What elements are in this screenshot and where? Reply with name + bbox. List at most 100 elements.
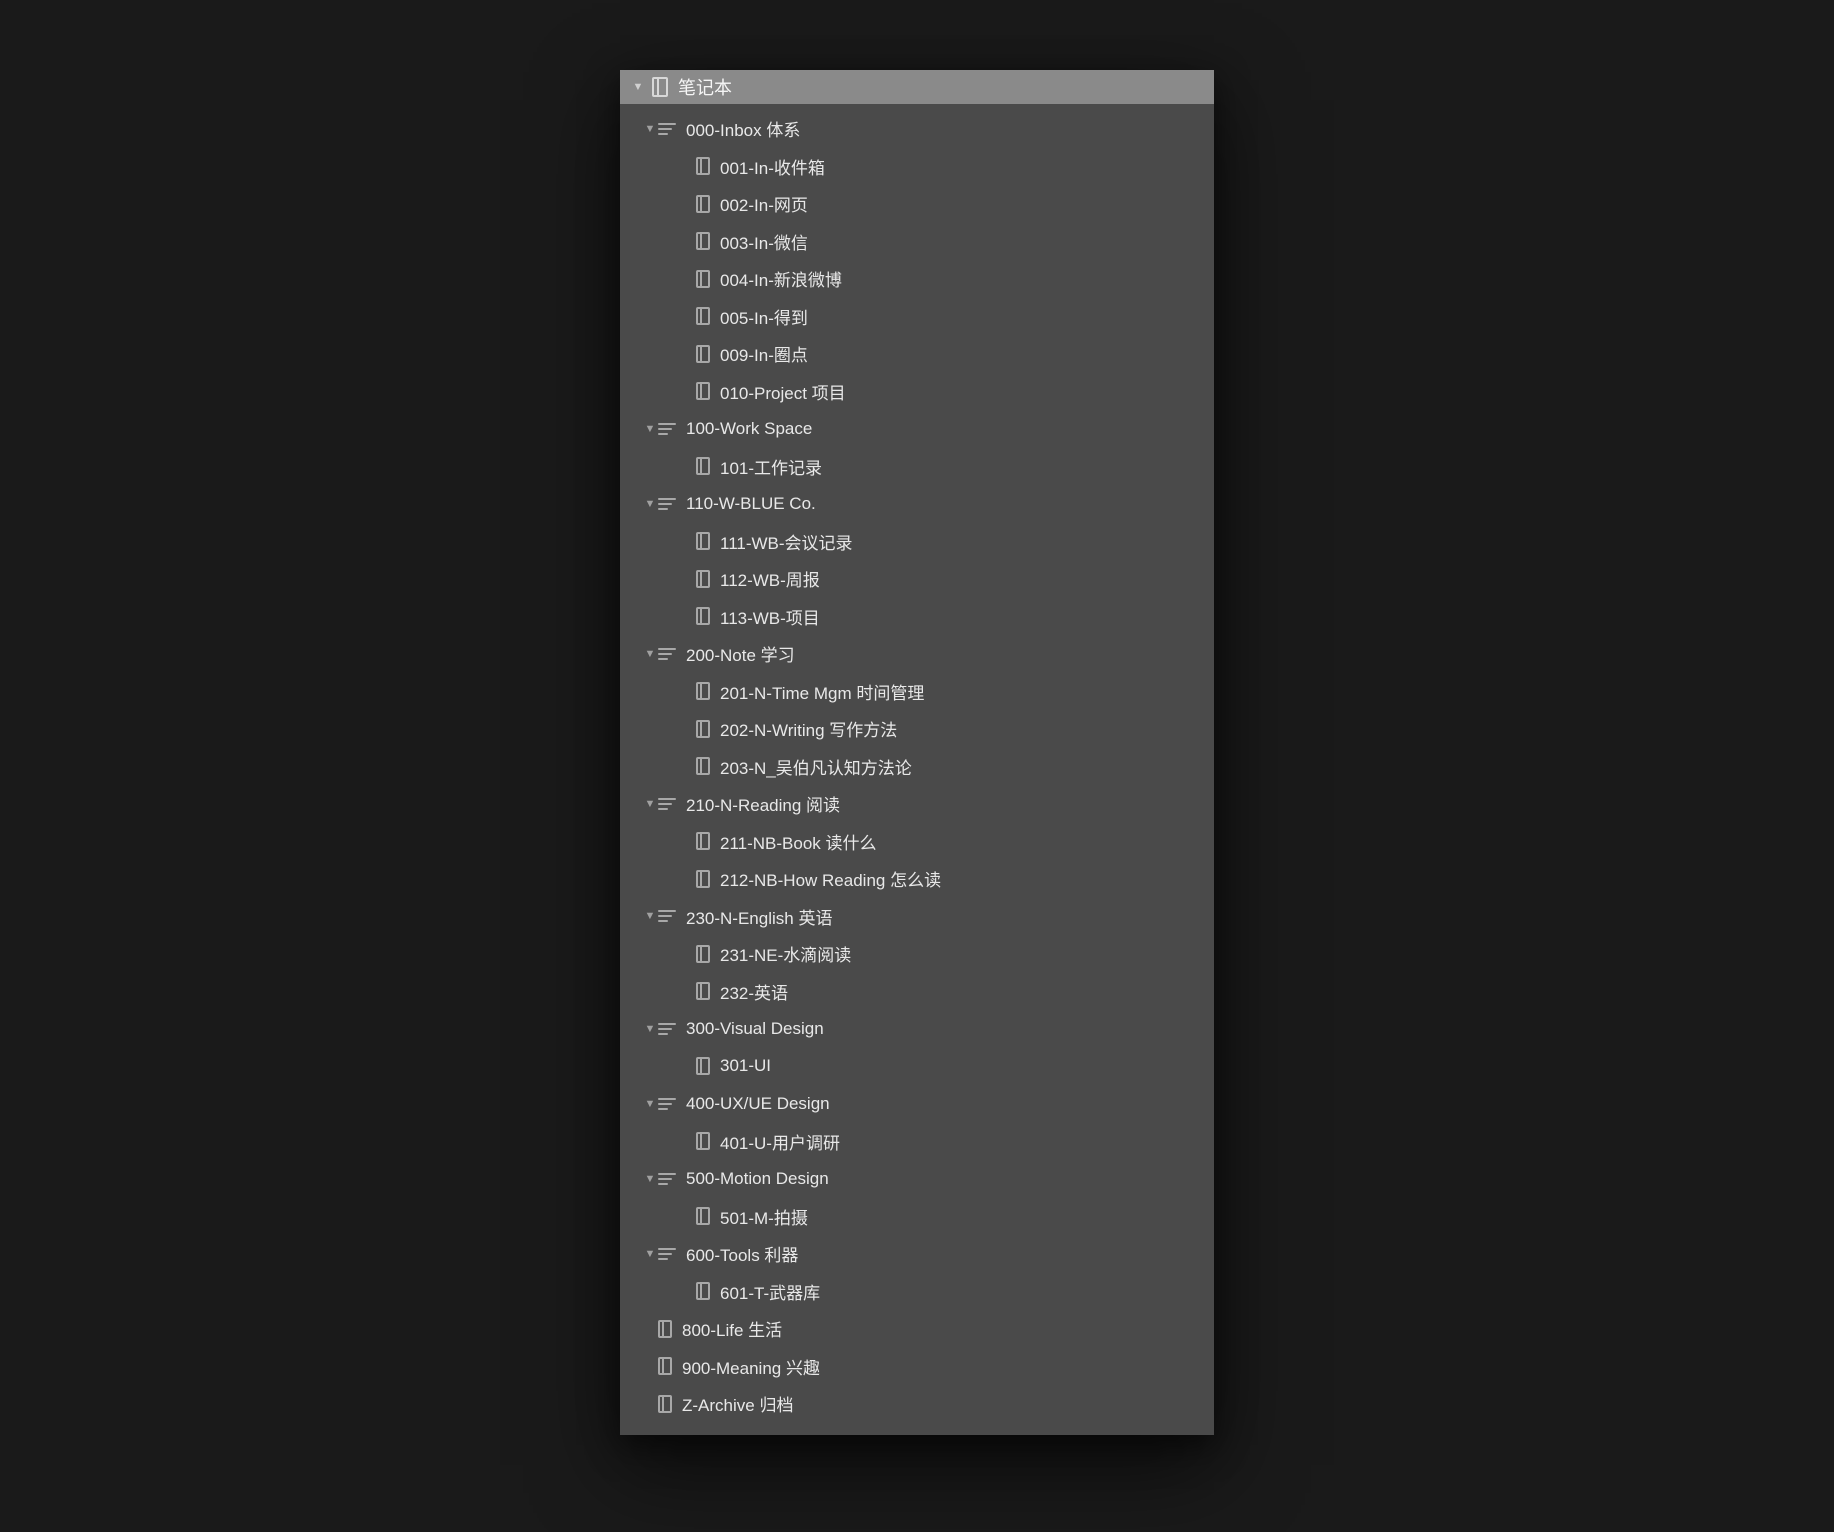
tree-item-label: 601-T-武器库: [720, 1279, 820, 1304]
notebook-icon: [652, 77, 668, 97]
notebook-icon: [696, 982, 710, 1000]
tree-item-label: 401-U-用户调研: [720, 1129, 840, 1154]
notebook-icon: [696, 195, 710, 213]
stack-icon: [658, 648, 676, 660]
tree-item-label: 113-WB-项目: [720, 604, 820, 629]
notebooks-header-title: 笔记本: [678, 74, 732, 100]
notebook-icon: [696, 870, 710, 888]
notebook-stack[interactable]: ▼400-UX/UE Design: [620, 1085, 1214, 1123]
tree-item-label: 110-W-BLUE Co.: [686, 494, 816, 514]
tree-item-label: 001-In-收件箱: [720, 154, 825, 179]
chevron-down-icon: ▼: [642, 1173, 658, 1185]
notebook-item[interactable]: 203-N_吴伯凡认知方法论: [620, 748, 1214, 786]
notebook-item[interactable]: 202-N-Writing 写作方法: [620, 710, 1214, 748]
notebook-item[interactable]: 111-WB-会议记录: [620, 523, 1214, 561]
notebook-item[interactable]: 112-WB-周报: [620, 560, 1214, 598]
notebook-stack[interactable]: ▼ 230-N-English 英语: [620, 898, 1214, 936]
notebook-icon: [696, 570, 710, 588]
tree-item-label: 004-In-新浪微博: [720, 266, 842, 291]
notebook-item[interactable]: 232-英语: [620, 973, 1214, 1011]
notebook-icon: [696, 720, 710, 738]
chevron-down-icon: ▼: [642, 1248, 658, 1260]
notebook-item[interactable]: 301-UI: [620, 1048, 1214, 1086]
notebook-icon: [696, 1207, 710, 1225]
tree-item-label: 203-N_吴伯凡认知方法论: [720, 754, 912, 779]
tree-item-label: 501-M-拍摄: [720, 1204, 808, 1229]
notebook-stack[interactable]: ▼ 600-Tools 利器: [620, 1235, 1214, 1273]
tree-item-label: 005-In-得到: [720, 304, 808, 329]
chevron-down-icon: ▼: [642, 1098, 658, 1110]
notebook-icon: [696, 532, 710, 550]
tree-item-label: 301-UI: [720, 1056, 771, 1076]
tree-item-label: 212-NB-How Reading 怎么读: [720, 866, 941, 891]
notebook-item[interactable]: 212-NB-How Reading 怎么读: [620, 860, 1214, 898]
notebook-icon: [696, 307, 710, 325]
notebook-item[interactable]: 211-NB-Book 读什么: [620, 823, 1214, 861]
notebook-item[interactable]: 001-In-收件箱: [620, 148, 1214, 186]
notebook-stack[interactable]: ▼ 100-Work Space: [620, 410, 1214, 448]
notebook-stack[interactable]: ▼200-Note 学习: [620, 635, 1214, 673]
tree-item-label: 009-In-圈点: [720, 341, 808, 366]
notebook-icon: [696, 1282, 710, 1300]
notebook-icon: [696, 682, 710, 700]
notebook-icon: [658, 1320, 672, 1338]
notebook-item[interactable]: 003-In-微信: [620, 223, 1214, 261]
notebook-item[interactable]: 113-WB-项目: [620, 598, 1214, 636]
notebook-icon: [696, 157, 710, 175]
tree-item-label: 211-NB-Book 读什么: [720, 829, 877, 854]
chevron-down-icon: ▼: [642, 123, 658, 135]
tree-item-label: 231-NE-水滴阅读: [720, 941, 851, 966]
notebooks-header[interactable]: ▼ 笔记本: [620, 70, 1214, 104]
notebook-item[interactable]: 601-T-武器库: [620, 1273, 1214, 1311]
notebook-item[interactable]: 002-In-网页: [620, 185, 1214, 223]
notebook-item[interactable]: 900-Meaning 兴趣: [620, 1348, 1214, 1386]
chevron-down-icon: ▼: [642, 423, 658, 435]
notebook-item[interactable]: 004-In-新浪微博: [620, 260, 1214, 298]
stack-icon: [658, 798, 676, 810]
notebook-item[interactable]: 501-M-拍摄: [620, 1198, 1214, 1236]
stack-icon: [658, 1098, 676, 1110]
chevron-down-icon: ▼: [642, 498, 658, 510]
chevron-down-icon: ▼: [642, 1023, 658, 1035]
tree-item-label: 100-Work Space: [686, 419, 812, 439]
notebook-stack[interactable]: ▼ 110-W-BLUE Co.: [620, 485, 1214, 523]
notebook-icon: [696, 270, 710, 288]
tree-item-label: Z-Archive 归档: [682, 1391, 793, 1416]
notebook-item[interactable]: 231-NE-水滴阅读: [620, 935, 1214, 973]
notebook-icon: [696, 757, 710, 775]
chevron-down-icon: ▼: [642, 910, 658, 922]
stack-icon: [658, 910, 676, 922]
chevron-down-icon: ▼: [642, 648, 658, 660]
notebook-icon: [658, 1357, 672, 1375]
notebook-icon: [696, 457, 710, 475]
notebook-item[interactable]: 401-U-用户调研: [620, 1123, 1214, 1161]
tree-item-label: 202-N-Writing 写作方法: [720, 716, 897, 741]
notebook-item[interactable]: 005-In-得到: [620, 298, 1214, 336]
notebook-stack[interactable]: ▼210-N-Reading 阅读: [620, 785, 1214, 823]
notebook-item[interactable]: 800-Life 生活: [620, 1310, 1214, 1348]
notebook-stack[interactable]: ▼ 300-Visual Design: [620, 1010, 1214, 1048]
notebook-icon: [696, 1057, 710, 1075]
notebook-stack[interactable]: ▼500-Motion Design: [620, 1160, 1214, 1198]
tree-item-label: 230-N-English 英语: [686, 904, 832, 929]
tree-item-label: 300-Visual Design: [686, 1019, 824, 1039]
tree-item-label: 002-In-网页: [720, 191, 808, 216]
notebook-stack[interactable]: ▼000-Inbox 体系: [620, 110, 1214, 148]
chevron-down-icon: ▼: [642, 798, 658, 810]
notebook-icon: [658, 1395, 672, 1413]
tree-item-label: 111-WB-会议记录: [720, 529, 853, 554]
notebook-item[interactable]: 101-工作记录: [620, 448, 1214, 486]
chevron-down-icon: ▼: [630, 81, 646, 93]
notebook-item[interactable]: Z-Archive 归档: [620, 1385, 1214, 1423]
notebook-item[interactable]: 009-In-圈点: [620, 335, 1214, 373]
notebook-item[interactable]: 201-N-Time Mgm 时间管理: [620, 673, 1214, 711]
tree-item-label: 800-Life 生活: [682, 1316, 782, 1341]
notebook-sidebar-panel: ▼ 笔记本 ▼000-Inbox 体系 001-In-收件箱 002-In-网页 00…: [620, 70, 1214, 1435]
tree-item-label: 600-Tools 利器: [686, 1241, 798, 1266]
notebook-item[interactable]: 010-Project 项目: [620, 373, 1214, 411]
tree-item-label: 232-英语: [720, 979, 788, 1004]
notebook-icon: [696, 607, 710, 625]
tree-item-label: 112-WB-周报: [720, 566, 820, 591]
tree-item-label: 101-工作记录: [720, 454, 822, 479]
notebook-icon: [696, 832, 710, 850]
